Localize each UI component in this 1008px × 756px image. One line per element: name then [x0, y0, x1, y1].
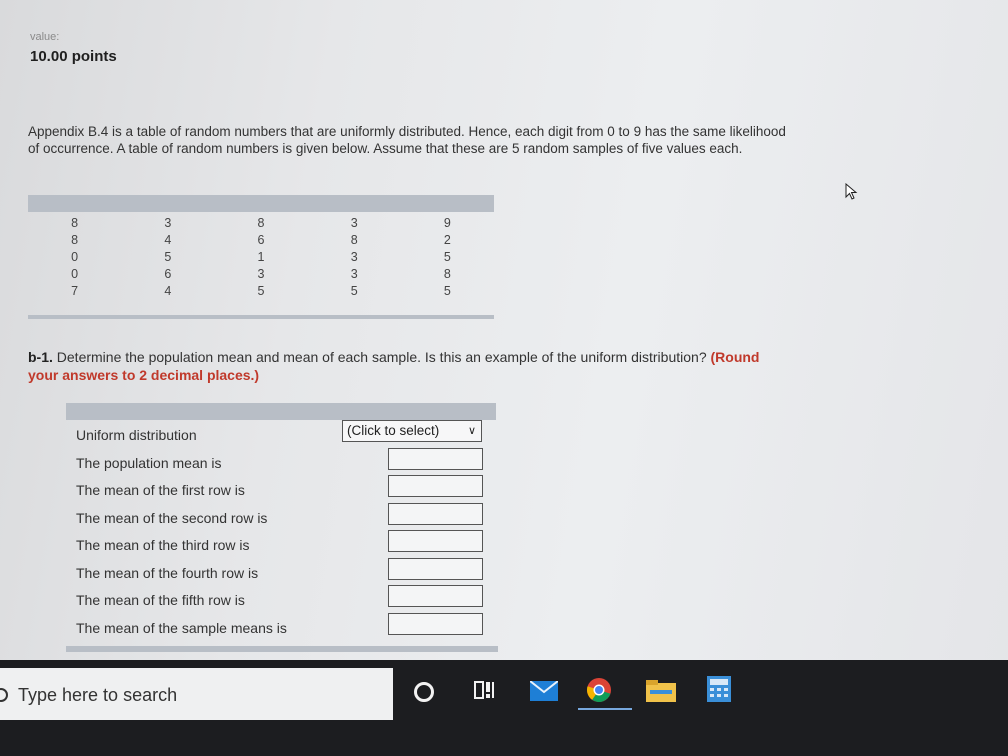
- file-explorer-icon[interactable]: [646, 680, 676, 702]
- chrome-icon[interactable]: [586, 677, 612, 703]
- answer-label: The mean of the second row is: [76, 509, 268, 526]
- chrome-active-indicator: [578, 708, 632, 710]
- mouse-cursor-icon: [845, 183, 858, 200]
- random-digit-cell: 5: [164, 250, 172, 264]
- random-digit-cell: 3: [257, 267, 265, 281]
- random-digit-cell: 3: [350, 216, 358, 230]
- windows-taskbar: Type here to search: [0, 660, 1008, 756]
- random-numbers-grid: 8 8 0 0 7 3 4 5 6 4 8 6 1 3 5 3 8 3 3 5 9 2 5 8 5: [28, 212, 494, 300]
- random-column-4: 3 8 3 3 5: [308, 215, 401, 300]
- calculator-icon[interactable]: [707, 676, 731, 702]
- random-digit-cell: 3: [350, 267, 358, 281]
- table-header-bar: [28, 195, 494, 212]
- random-digit-cell: 2: [443, 233, 451, 247]
- chevron-down-icon: ∨: [467, 425, 476, 437]
- question-b1: b-1. Determine the population mean and m…: [28, 348, 788, 384]
- assignment-page: value: 10.00 points Appendix B.4 is a ta…: [0, 0, 1008, 660]
- uniform-distribution-select[interactable]: (Click to select) ∨: [342, 420, 482, 442]
- random-digit-cell: 0: [71, 267, 79, 281]
- answer-row: The mean of the first row is: [66, 475, 496, 503]
- answer-row: The mean of the fourth row is: [66, 557, 496, 586]
- answer-row: The mean of the sample means is: [66, 612, 496, 641]
- mail-icon[interactable]: [530, 681, 558, 701]
- answer-input[interactable]: [388, 585, 483, 607]
- table-bottom-bar: [28, 315, 494, 319]
- random-digit-cell: 6: [164, 267, 172, 281]
- answer-table: Uniform distribution (Click to select) ∨ Th…: [66, 420, 496, 640]
- random-digit-cell: 9: [443, 216, 451, 230]
- random-digit-cell: 1: [257, 250, 265, 264]
- answer-row: The mean of the second row is: [66, 502, 496, 531]
- random-digit-cell: 0: [71, 250, 79, 264]
- select-value: (Click to select): [347, 423, 440, 438]
- answer-row: The population mean is: [66, 447, 496, 476]
- answer-table-bottom: [66, 646, 498, 652]
- answer-row: The mean of the fifth row is: [66, 585, 496, 613]
- random-digit-cell: 5: [350, 284, 358, 298]
- random-column-5: 9 2 5 8 5: [401, 215, 494, 300]
- random-digit-cell: 5: [257, 284, 265, 298]
- random-digit-cell: 5: [443, 250, 451, 264]
- answer-label: The mean of the sample means is: [76, 619, 287, 636]
- answer-row: The mean of the third row is: [66, 530, 496, 558]
- random-column-2: 3 4 5 6 4: [121, 215, 214, 300]
- search-icon: [0, 688, 8, 702]
- answer-input[interactable]: [388, 612, 483, 635]
- answer-label: The population mean is: [76, 454, 222, 471]
- answer-label: The mean of the fourth row is: [76, 564, 259, 581]
- answer-label: The mean of the third row is: [76, 537, 250, 553]
- random-digit-cell: 8: [257, 216, 265, 230]
- random-digit-cell: 8: [443, 267, 451, 281]
- value-label: value:: [30, 31, 60, 43]
- points-value: 10.00 points: [30, 48, 117, 65]
- answer-input[interactable]: [388, 530, 483, 552]
- answer-input[interactable]: [388, 475, 483, 497]
- random-digit-cell: 8: [71, 216, 79, 230]
- task-view-icon[interactable]: [473, 679, 495, 701]
- random-digit-cell: 8: [350, 233, 358, 247]
- random-digit-cell: 7: [71, 284, 79, 298]
- cortana-icon[interactable]: [414, 682, 434, 702]
- random-digit-cell: 3: [350, 250, 358, 264]
- answer-input[interactable]: [388, 557, 483, 580]
- random-numbers-table: 8 8 0 0 7 3 4 5 6 4 8 6 1 3 5 3 8 3 3 5 9 2 5 8 5: [28, 195, 494, 319]
- random-digit-cell: 4: [164, 233, 172, 247]
- random-digit-cell: 8: [71, 233, 79, 247]
- random-digit-cell: 4: [164, 284, 172, 298]
- intro-paragraph: Appendix B.4 is a table of random number…: [28, 124, 786, 156]
- random-digit-cell: 5: [443, 284, 451, 298]
- answer-label: Uniform distribution: [76, 427, 197, 443]
- answer-label: The mean of the first row is: [76, 482, 245, 498]
- answer-table-header: [66, 403, 496, 420]
- random-digit-cell: 6: [257, 233, 265, 247]
- answer-input[interactable]: [388, 502, 483, 525]
- answer-input[interactable]: [388, 447, 483, 470]
- answer-label: The mean of the fifth row is: [76, 592, 245, 608]
- question-number: b-1.: [28, 349, 53, 365]
- question-text: Determine the population mean and mean o…: [56, 349, 707, 365]
- random-column-3: 8 6 1 3 5: [214, 215, 307, 300]
- random-digit-cell: 3: [164, 216, 172, 230]
- random-column-1: 8 8 0 0 7: [28, 215, 121, 300]
- search-placeholder: Type here to search: [18, 685, 178, 705]
- answer-row: Uniform distribution (Click to select) ∨: [66, 420, 496, 448]
- taskbar-search-box[interactable]: Type here to search: [0, 668, 393, 720]
